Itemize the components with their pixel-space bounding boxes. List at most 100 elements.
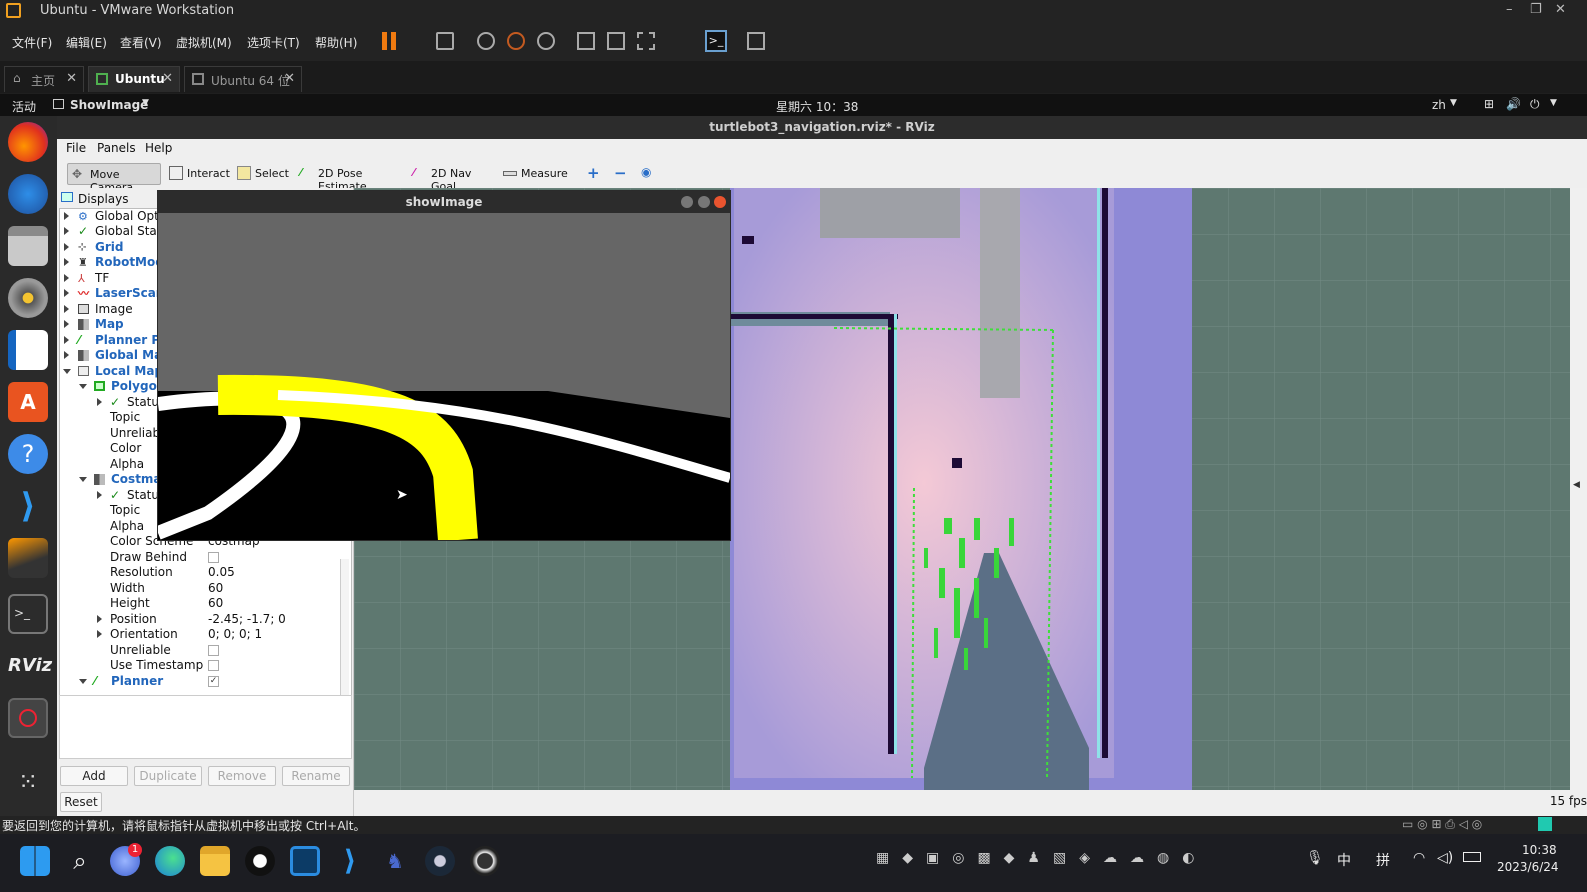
duplicate-button[interactable]: Duplicate — [134, 766, 202, 786]
taskbar-time[interactable]: 10:38 — [1522, 843, 1557, 857]
show-apps-icon[interactable]: ⁙ — [8, 762, 48, 802]
expand-icon[interactable] — [64, 212, 69, 220]
expand-icon[interactable] — [64, 258, 69, 266]
minimize-icon[interactable]: – — [1506, 2, 1513, 17]
maximize-icon[interactable] — [698, 196, 710, 208]
property-use-timestamp[interactable]: Use Timestamp — [60, 658, 350, 673]
showimage-icon[interactable] — [8, 698, 48, 738]
qq-icon[interactable] — [245, 846, 275, 876]
property-alpha[interactable]: Alpha — [110, 519, 144, 534]
menu-help[interactable]: 帮助(H) — [315, 34, 357, 51]
tree-scrollbar[interactable]: ▼ — [340, 559, 349, 712]
expand-icon[interactable] — [97, 630, 102, 638]
obs-icon[interactable] — [470, 846, 500, 876]
property-topic[interactable]: Topic — [110, 503, 140, 518]
collapse-icon[interactable] — [79, 384, 87, 389]
volume-icon[interactable]: 🔊 — [1506, 97, 1521, 111]
expand-icon[interactable] — [64, 243, 69, 251]
edge-icon[interactable] — [155, 846, 185, 876]
property-value[interactable]: -2.45; -1.7; 0 — [208, 612, 286, 627]
expand-icon[interactable] — [97, 398, 102, 406]
showimage-window[interactable]: showImage ➤ — [157, 190, 731, 541]
chevron-left-icon[interactable]: ◀ — [1573, 480, 1580, 490]
thumbnail-view-icon[interactable] — [607, 32, 625, 50]
property-value[interactable]: 60 — [208, 596, 223, 611]
wifi-icon[interactable]: ◠ — [1413, 850, 1425, 866]
minimize-icon[interactable] — [681, 196, 693, 208]
console-icon[interactable]: >_ — [705, 30, 727, 52]
expand-icon[interactable] — [64, 289, 69, 297]
power-icon[interactable]: ⏻ — [1530, 97, 1540, 112]
close-icon[interactable]: ✕ — [1555, 2, 1566, 17]
close-tab-icon[interactable]: ✕ — [162, 71, 173, 86]
steam-icon[interactable] — [425, 846, 455, 876]
move-camera-button[interactable]: ✥ Move Camera — [67, 163, 161, 194]
revert-snapshot-icon[interactable] — [507, 32, 525, 50]
remove-button[interactable]: Remove — [208, 766, 276, 786]
software-icon[interactable]: A — [8, 382, 48, 422]
vmware-taskbar-icon[interactable] — [290, 846, 320, 876]
close-icon[interactable] — [714, 196, 726, 208]
menu-file[interactable]: 文件(F) — [12, 34, 52, 51]
menu-view[interactable]: 查看(V) — [120, 34, 162, 51]
menu-vm[interactable]: 虚拟机(M) — [176, 34, 232, 51]
property-value[interactable]: 0; 0; 0; 1 — [208, 627, 262, 642]
property-value[interactable]: 0.05 — [208, 565, 235, 580]
language-indicator[interactable]: zh — [1432, 98, 1446, 112]
volume-icon[interactable]: ◁) — [1437, 850, 1453, 866]
search-icon[interactable]: ⌕ — [65, 846, 95, 876]
sublime-icon[interactable] — [8, 538, 48, 578]
expand-icon[interactable] — [64, 274, 69, 282]
expand-icon[interactable] — [64, 351, 69, 359]
menu-rviz-file[interactable]: File — [66, 141, 86, 155]
menu-rviz-panels[interactable]: Panels — [97, 141, 136, 155]
property-alpha[interactable]: Alpha — [110, 457, 144, 472]
thunderbird-icon[interactable] — [8, 174, 48, 214]
network-icon[interactable]: ⊞ — [1484, 97, 1494, 111]
vscode-taskbar-icon[interactable]: ⟩ — [335, 846, 365, 876]
vscode-icon[interactable]: ⟩ — [8, 486, 48, 526]
writer-icon[interactable] — [8, 330, 48, 370]
files-icon[interactable] — [8, 226, 48, 266]
rhythmbox-icon[interactable] — [8, 278, 48, 318]
select-button[interactable]: Select — [233, 163, 289, 185]
sidebar-view-icon[interactable] — [577, 32, 595, 50]
property-draw-behind[interactable]: Draw Behind — [60, 550, 350, 565]
expand-icon[interactable] — [64, 227, 69, 235]
taskbar-date[interactable]: 2023/6/24 — [1497, 860, 1559, 874]
property-orientation[interactable]: Orientation 0; 0; 0; 1 — [60, 627, 350, 642]
explorer-icon[interactable] — [200, 846, 230, 876]
battery-icon[interactable] — [1463, 852, 1481, 862]
tab-ubuntu[interactable]: Ubuntu ✕ — [88, 66, 180, 92]
property-width[interactable]: Width 60 — [60, 581, 350, 596]
tool-properties-icon[interactable]: ◉ — [641, 165, 651, 179]
add-tool-icon[interactable]: + — [587, 164, 600, 182]
menu-edit[interactable]: 编辑(E) — [66, 34, 107, 51]
terminal-icon[interactable]: >_ — [8, 594, 48, 634]
tree-row-planner[interactable]: ⁄ Planner ✓ — [60, 674, 350, 689]
showimage-title-bar[interactable]: showImage — [158, 191, 730, 213]
remove-tool-icon[interactable]: − — [614, 164, 627, 182]
property-unreliable[interactable]: Unreliab — [110, 426, 160, 441]
clock[interactable]: 星期六 10：38 — [776, 98, 858, 115]
expand-icon[interactable] — [64, 336, 69, 344]
property-unreliable[interactable]: Unreliable — [60, 643, 350, 658]
property-color[interactable]: Color — [110, 441, 141, 456]
close-tab-icon[interactable]: ✕ — [66, 71, 77, 86]
nav-goal-button[interactable]: ⁄ 2D Nav Goal — [409, 163, 491, 193]
expand-icon[interactable] — [64, 305, 69, 313]
rename-button[interactable]: Rename — [282, 766, 350, 786]
stretch-icon[interactable] — [747, 32, 765, 50]
add-button[interactable]: Add — [60, 766, 128, 786]
property-height[interactable]: Height 60 — [60, 596, 350, 611]
measure-button[interactable]: Measure — [499, 163, 568, 185]
ime-pinyin[interactable]: 拼 — [1376, 850, 1390, 870]
use-timestamp-checkbox[interactable] — [208, 660, 219, 671]
property-position[interactable]: Position -2.45; -1.7; 0 — [60, 612, 350, 627]
fullscreen-icon[interactable] — [637, 32, 655, 50]
expand-icon[interactable] — [64, 320, 69, 328]
expand-icon[interactable] — [97, 491, 102, 499]
tab-home[interactable]: ⌂ 主页 ✕ — [4, 66, 84, 92]
property-value[interactable]: 60 — [208, 581, 223, 596]
property-topic[interactable]: Topic — [110, 410, 140, 425]
